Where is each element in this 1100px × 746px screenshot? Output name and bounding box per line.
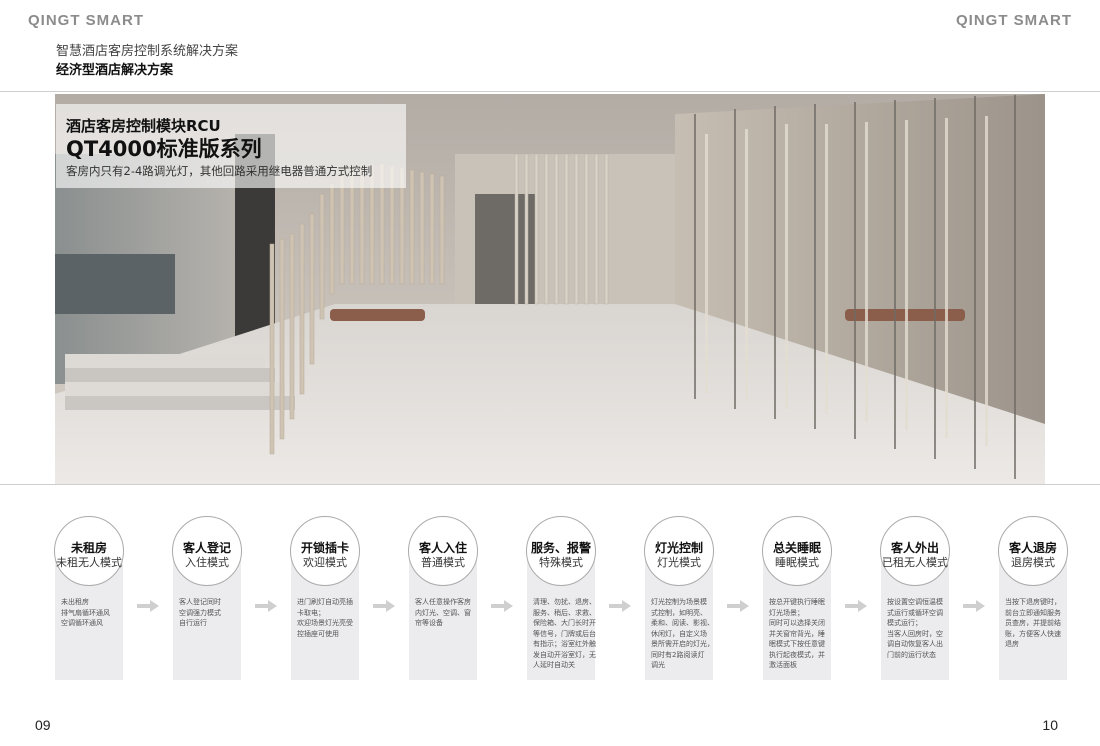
step-mode: 睡眠模式 xyxy=(775,556,819,569)
step-description: 当按下退房键时， 前台立即通知服务 员查房，并提前结 账，方便客人快速 退房 xyxy=(1005,598,1061,648)
step-mode: 已租无人模式 xyxy=(882,556,948,569)
step-description: 客人任意操作客房 内灯光、空调、窗 帘等设备 xyxy=(415,598,471,627)
step-description: 清理、勿扰、退房、 服务、稍后、求救、 保险箱、大门长时开 等信号，门牌或后台 … xyxy=(533,598,596,669)
page-number-right: 10 xyxy=(1042,717,1058,733)
flow-arrow-icon xyxy=(373,600,395,612)
step-mode: 特殊模式 xyxy=(539,556,583,569)
hero-caption-series: QT4000标准版系列 xyxy=(66,137,262,161)
step-mode: 退房模式 xyxy=(1011,556,1055,569)
brand-logo-left: QINGT SMART xyxy=(28,12,144,29)
flow-arrow-icon xyxy=(255,600,277,612)
page-title: 经济型酒店解决方案 xyxy=(56,63,174,78)
flow-arrow-icon xyxy=(727,600,749,612)
step-description: 按总开键执行睡眠 灯光场景； 同时可以选择关闭 并关窗帘背光，睡 眠模式下按任意… xyxy=(769,598,825,669)
page-subtitle: 智慧酒店客房控制系统解决方案 xyxy=(56,44,239,59)
step-description: 灯光控制为场景模 式控制，如明亮、 柔和、阅读、影视、 休闲灯，自定义场 景所需… xyxy=(651,598,714,669)
hero-caption-description: 客房内只有2-4路调光灯，其他回路采用继电器普通方式控制 xyxy=(66,164,373,178)
flow-arrow-icon xyxy=(963,600,985,612)
divider xyxy=(0,484,1100,485)
step-mode: 普通模式 xyxy=(421,556,465,569)
step-description: 进门刷灯自动亮插 卡取电； 欢迎场景灯光亮受 控插座可使用 xyxy=(297,598,353,638)
step-mode: 欢迎模式 xyxy=(303,556,347,569)
step-description: 未出租房 排气扇循环通风 空调循环通风 xyxy=(61,598,110,627)
flow-arrow-icon xyxy=(609,600,631,612)
step-mode: 未租无人模式 xyxy=(56,556,122,569)
page-number-left: 09 xyxy=(35,717,51,733)
step-description: 客人登记同时 空调强力模式 自行运行 xyxy=(179,598,221,627)
flow-arrow-icon xyxy=(491,600,513,612)
step-mode: 入住模式 xyxy=(185,556,229,569)
flow-arrow-icon xyxy=(137,600,159,612)
step-description: 按设置空调恒温模 式运行或循环空调 模式运行； 当客人回房时，空 调自动恢复客人… xyxy=(887,598,943,659)
step-mode: 灯光模式 xyxy=(657,556,701,569)
flow-arrow-icon xyxy=(845,600,867,612)
brand-logo-right: QINGT SMART xyxy=(956,12,1072,29)
